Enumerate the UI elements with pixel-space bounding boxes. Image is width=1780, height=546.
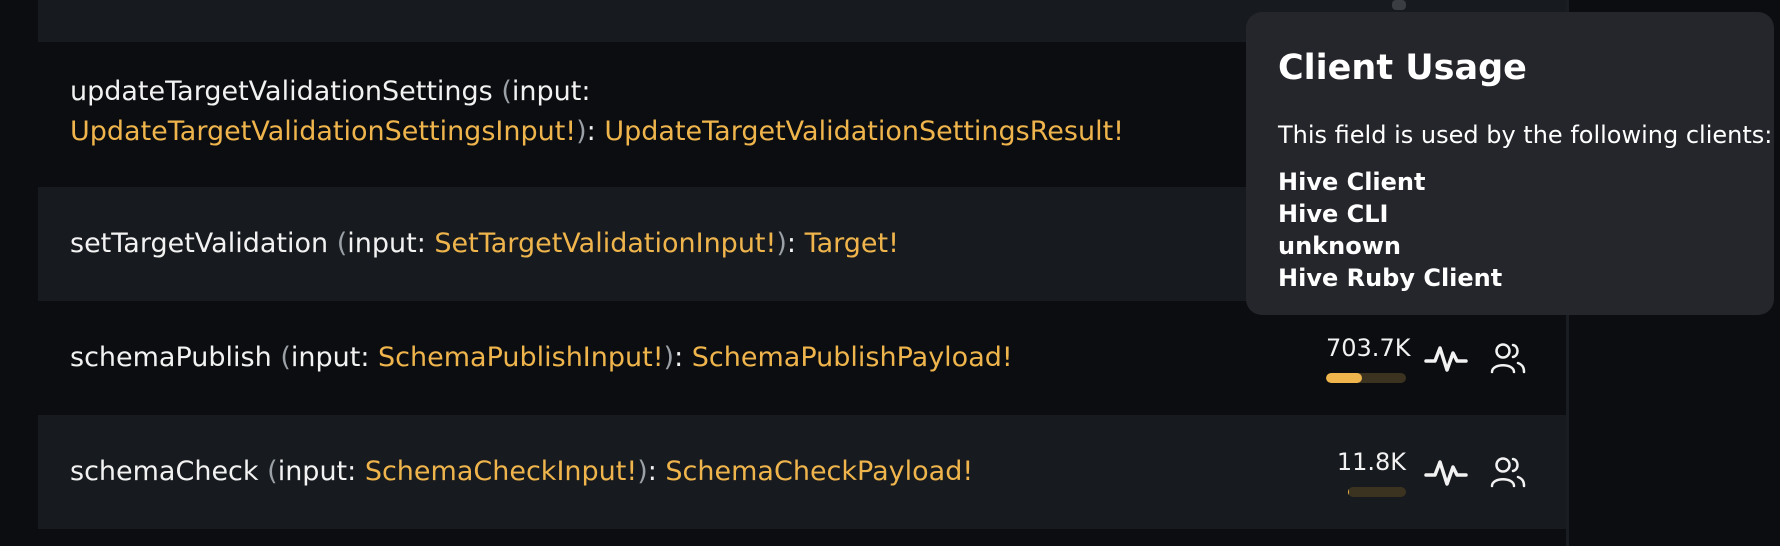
operation-row-schema-check[interactable]: schemaCheck (input: SchemaCheckInput!): …: [38, 415, 1566, 529]
return-type-link[interactable]: Target!: [805, 228, 899, 259]
usage-bar: [1326, 373, 1406, 383]
client-name: unknown: [1278, 232, 1401, 260]
activity-icon[interactable]: [1424, 341, 1468, 375]
field-signature: schemaCheck (input: SchemaCheckInput!): …: [70, 452, 973, 492]
arg-name: input: [277, 456, 348, 487]
paren-close: ): [776, 228, 787, 259]
return-type-link[interactable]: SchemaCheckPayload!: [665, 456, 973, 487]
input-type-link[interactable]: UpdateTargetValidationSettingsInput!: [70, 116, 576, 147]
paren-close: ): [637, 456, 648, 487]
paren-open: (: [336, 228, 348, 259]
client-name: Hive CLI: [1278, 200, 1389, 228]
field-name[interactable]: updateTargetValidationSettings: [70, 76, 493, 107]
arg-name: input: [347, 228, 417, 259]
client-list: Hive Client Hive CLI unknown Hive Ruby C…: [1278, 166, 1502, 294]
activity-icon[interactable]: [1424, 455, 1468, 489]
operation-row-schema-publish[interactable]: schemaPublish (input: SchemaPublishInput…: [38, 301, 1566, 415]
operation-row-partial: [38, 529, 1566, 546]
arg-name: input: [290, 342, 361, 373]
arg-colon: :: [347, 456, 365, 487]
arg-colon: :: [581, 76, 591, 107]
field-name[interactable]: schemaPublish: [70, 342, 272, 373]
paren-close: ): [663, 342, 675, 373]
return-colon: :: [674, 342, 692, 373]
client-name: Hive Ruby Client: [1278, 264, 1503, 292]
input-type-link[interactable]: SchemaCheckInput!: [365, 456, 637, 487]
input-type-link[interactable]: SchemaPublishInput!: [378, 342, 664, 373]
paren-open: (: [501, 76, 512, 107]
return-colon: :: [647, 456, 666, 487]
field-signature: schemaPublish (input: SchemaPublishInput…: [70, 338, 1013, 378]
usage-bar: [1348, 487, 1406, 497]
return-type-link[interactable]: UpdateTargetValidationSettingsResult!: [604, 116, 1124, 147]
usage-bar-fill: [1348, 487, 1349, 497]
client-usage-popover: Client Usage This field is used by the f…: [1246, 12, 1774, 315]
return-type-link[interactable]: SchemaPublishPayload!: [692, 342, 1013, 373]
field-name[interactable]: setTargetValidation: [70, 228, 328, 259]
paren-open: (: [267, 456, 278, 487]
scrollbar-thumb[interactable]: [1392, 0, 1406, 10]
popover-description: This field is used by the following clie…: [1278, 121, 1773, 149]
arg-colon: :: [360, 342, 379, 373]
return-colon: :: [786, 228, 805, 259]
usage-bar-fill: [1326, 373, 1362, 383]
paren-close: ): [576, 116, 587, 147]
field-name[interactable]: schemaCheck: [70, 456, 259, 487]
arg-colon: :: [416, 228, 435, 259]
users-icon[interactable]: [1490, 455, 1526, 489]
usage-count: 703.7K: [1326, 334, 1411, 362]
input-type-link[interactable]: SetTargetValidationInput!: [434, 228, 776, 259]
users-icon[interactable]: [1490, 341, 1526, 375]
usage-count: 11.8K: [1336, 448, 1406, 476]
field-signature: setTargetValidation (input: SetTargetVal…: [70, 224, 899, 264]
return-colon: :: [586, 116, 605, 147]
paren-open: (: [280, 342, 291, 373]
popover-title: Client Usage: [1278, 48, 1527, 88]
client-name: Hive Client: [1278, 168, 1426, 196]
arg-name: input: [511, 76, 582, 107]
field-signature: updateTargetValidationSettings (input: U…: [70, 72, 1124, 152]
